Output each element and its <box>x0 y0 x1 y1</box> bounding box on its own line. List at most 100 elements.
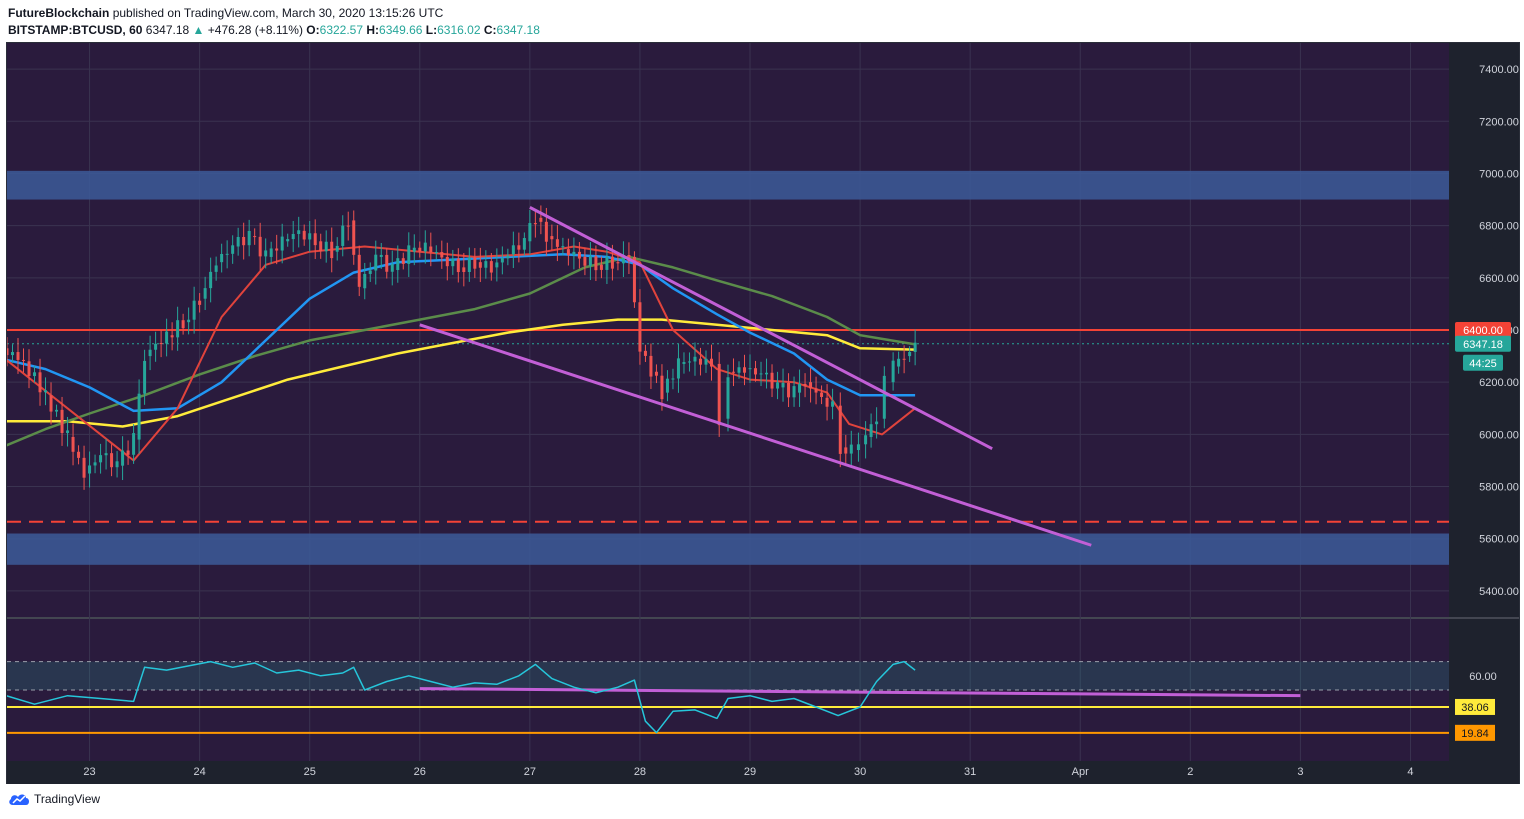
candle <box>231 245 235 254</box>
price-tick-label: 5800.00 <box>1479 482 1519 494</box>
candle <box>726 377 730 419</box>
candle <box>423 242 427 252</box>
candle <box>77 451 81 458</box>
time-tick-label: Apr <box>1072 766 1089 778</box>
time-tick-label: 25 <box>304 766 316 778</box>
last-price-label: 6347.18 <box>1463 339 1503 351</box>
time-tick-label: 26 <box>414 766 426 778</box>
time-tick-label: 29 <box>744 766 756 778</box>
candle <box>291 233 295 240</box>
candle <box>401 258 405 264</box>
candle <box>838 405 842 454</box>
candle <box>60 409 64 433</box>
publish-info: FutureBlockchain published on TradingVie… <box>8 6 443 20</box>
candle <box>754 368 758 375</box>
published-text: published on TradingView.com, March 30, … <box>112 6 444 20</box>
candle <box>412 247 416 252</box>
candle <box>104 453 108 456</box>
candle <box>264 250 268 257</box>
candle <box>335 245 339 252</box>
candle <box>533 223 537 225</box>
candle <box>495 262 499 268</box>
candle <box>875 421 879 425</box>
candle <box>44 390 48 393</box>
price-tick-label: 6600.00 <box>1479 273 1519 285</box>
resistance-price-label: 6400.00 <box>1463 325 1503 337</box>
candle <box>665 378 669 393</box>
candle <box>572 251 576 256</box>
price-tick-label: 7400.00 <box>1479 64 1519 76</box>
candle <box>198 300 202 305</box>
candle <box>748 368 752 370</box>
candle <box>341 225 345 246</box>
candle <box>407 245 411 264</box>
candle <box>864 435 868 445</box>
candle <box>313 233 317 246</box>
candle <box>297 230 301 234</box>
candle <box>418 247 422 252</box>
candle <box>209 271 213 289</box>
low-label: L: <box>425 23 438 37</box>
candle <box>891 360 895 383</box>
tradingview-logo[interactable]: TradingView <box>8 792 100 806</box>
candle <box>484 261 488 268</box>
low-value: 6316.02 <box>437 23 481 37</box>
time-tick-label: 24 <box>194 766 206 778</box>
candle <box>643 350 647 356</box>
candle <box>176 320 180 338</box>
candle <box>849 444 853 454</box>
candle <box>583 256 587 266</box>
candle <box>698 358 702 365</box>
candle <box>693 356 697 362</box>
lower-zone <box>7 533 1449 565</box>
cloud-icon <box>9 794 29 805</box>
candle <box>451 258 455 267</box>
time-tick-label: 28 <box>634 766 646 778</box>
change-value: +476.28 (+8.11%) <box>207 23 303 37</box>
candle <box>456 258 460 273</box>
candle <box>82 457 86 478</box>
candle <box>814 388 818 393</box>
open-value: 6322.57 <box>319 23 364 37</box>
chart-frame[interactable]: 7400.00 7200.00 7000.00 6800.00 6600.00 6400.… <box>6 42 1520 785</box>
candle <box>737 367 741 373</box>
candle <box>220 253 224 263</box>
time-tick-label: 4 <box>1407 766 1413 778</box>
candle <box>825 397 829 407</box>
candle <box>489 261 493 273</box>
candle <box>286 239 290 242</box>
candle <box>522 238 526 250</box>
candle <box>363 273 367 289</box>
candle <box>550 236 554 240</box>
candle <box>717 363 721 426</box>
candle <box>368 270 372 274</box>
candle <box>319 241 323 252</box>
candle <box>776 382 780 389</box>
candle <box>610 256 614 269</box>
candle <box>500 258 504 263</box>
rsi-band <box>7 661 1449 690</box>
open-label: O: <box>306 23 320 37</box>
candle <box>121 450 125 466</box>
candle <box>214 265 218 272</box>
candle <box>577 251 581 259</box>
symbol-label: BITSTAMP:BTCUSD, 60 <box>8 23 143 37</box>
high-label: H: <box>366 23 380 37</box>
candle <box>511 245 515 255</box>
close-value: 6347.18 <box>496 23 540 37</box>
candle <box>22 359 26 361</box>
candle <box>99 455 103 463</box>
candle <box>682 362 686 364</box>
candle <box>869 424 873 437</box>
candle <box>882 375 886 419</box>
author-name[interactable]: FutureBlockchain <box>8 6 109 20</box>
candle <box>709 358 713 367</box>
candle <box>462 267 466 272</box>
candle <box>473 257 477 269</box>
candle <box>38 372 42 393</box>
price-chart[interactable]: 7400.00 7200.00 7000.00 6800.00 6600.00 6400.… <box>7 43 1519 784</box>
candle <box>308 233 312 240</box>
candle <box>429 246 433 253</box>
last-price: 6347.18 <box>145 23 190 37</box>
candle <box>649 355 653 377</box>
